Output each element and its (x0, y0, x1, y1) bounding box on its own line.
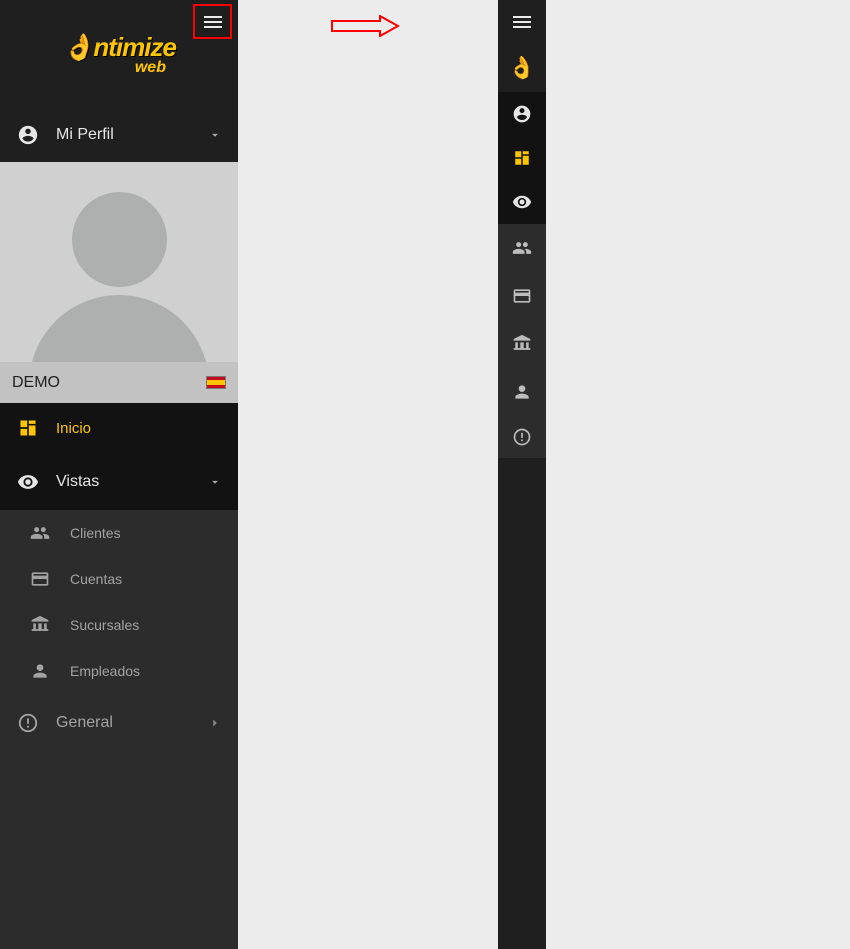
username-label: DEMO (12, 374, 60, 392)
person-icon (28, 661, 52, 681)
brand-name: ntimize (93, 32, 176, 62)
nav-accounts-label: Cuentas (70, 571, 122, 587)
hamburger-icon (204, 16, 222, 28)
chevron-down-icon (208, 475, 222, 489)
nav-general-mini[interactable] (498, 416, 546, 458)
profile-section-label: Mi Perfil (56, 126, 114, 144)
nav-employees[interactable]: Empleados (0, 648, 238, 694)
nav-views-mini[interactable] (498, 180, 546, 224)
nav-views-label: Vistas (56, 473, 99, 491)
nav-clients-mini[interactable] (498, 224, 546, 272)
eye-icon (16, 471, 40, 493)
info-icon (16, 712, 40, 734)
nav-home-label: Inicio (56, 420, 91, 437)
annotation-arrow (330, 15, 400, 37)
menu-toggle-button[interactable] (193, 4, 232, 39)
nav-branches-mini[interactable] (498, 320, 546, 368)
sidebar-collapsed: 👌 (498, 0, 546, 949)
nav-home[interactable]: Inicio (0, 403, 238, 453)
nav-clients[interactable]: Clientes (0, 510, 238, 556)
nav-general-label: General (56, 714, 113, 732)
nav-accounts[interactable]: Cuentas (0, 556, 238, 602)
nav-employees-mini[interactable] (498, 368, 546, 416)
chevron-right-icon (208, 716, 222, 730)
people-icon (28, 523, 52, 543)
nav-employees-label: Empleados (70, 663, 140, 679)
bank-icon (28, 615, 52, 635)
nav-branches-label: Sucursales (70, 617, 139, 633)
nav-accounts-mini[interactable] (498, 272, 546, 320)
nav-home-mini[interactable] (498, 136, 546, 180)
nav-views-section[interactable]: Vistas (0, 453, 238, 510)
dashboard-icon (16, 418, 40, 438)
chevron-down-icon (208, 128, 222, 142)
sidebar-expanded: 👌ntimize web Mi Perfil DEMO Inicio (0, 0, 238, 949)
profile-section-header[interactable]: Mi Perfil (0, 108, 238, 162)
flag-spain-icon[interactable] (206, 376, 226, 389)
nav-general[interactable]: General (0, 694, 238, 751)
nav-branches[interactable]: Sucursales (0, 602, 238, 648)
account-icon (16, 124, 40, 146)
profile-name-row: DEMO (0, 362, 238, 403)
hamburger-icon (513, 16, 531, 28)
menu-toggle-button-collapsed[interactable] (498, 0, 546, 44)
profile-card: DEMO (0, 162, 238, 403)
nav-profile-mini[interactable] (498, 92, 546, 136)
nav-clients-label: Clientes (70, 525, 121, 541)
brand-logo-mini: 👌 (498, 44, 546, 92)
brand-logo: 👌ntimize web (62, 32, 176, 77)
card-icon (28, 569, 52, 589)
logo-area: 👌ntimize web (0, 0, 238, 108)
